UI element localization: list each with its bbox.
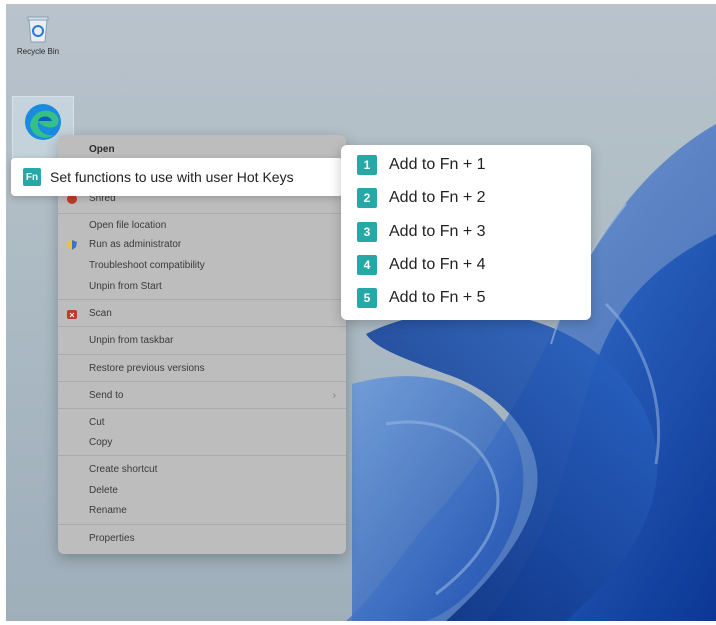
menu-item-label: Open file location — [89, 220, 167, 231]
menu-item-label: Scan — [89, 308, 112, 319]
number-3-icon: 3 — [357, 222, 377, 242]
menu-item-label: Unpin from Start — [89, 281, 162, 292]
menu-separator — [58, 408, 346, 409]
menu-item-label: Run as administrator — [89, 239, 182, 250]
recycle-bin-icon — [27, 16, 49, 43]
menu-separator — [58, 455, 346, 456]
number-2-icon: 2 — [357, 188, 377, 208]
desktop-icon-label: Recycle Bin — [16, 47, 60, 56]
desktop-icon-recycle-bin[interactable]: Recycle Bin — [12, 14, 64, 56]
shield-icon — [67, 240, 77, 250]
submenu-item-label: Add to Fn + 4 — [389, 256, 486, 273]
menu-item-label: Cut — [89, 417, 105, 428]
submenu-item-fn1[interactable]: 1 Add to Fn + 1 — [357, 154, 486, 176]
menu-item-label: Delete — [89, 485, 118, 496]
menu-separator — [58, 354, 346, 355]
menu-item-label: Open — [89, 144, 115, 155]
submenu-item-fn5[interactable]: 5 Add to Fn + 5 — [357, 287, 486, 309]
menu-item-label: Unpin from taskbar — [89, 335, 174, 346]
submenu-item-label: Add to Fn + 3 — [389, 223, 486, 240]
number-5-icon: 5 — [357, 288, 377, 308]
submenu-item-label: Add to Fn + 5 — [389, 289, 486, 306]
submenu-item-label: Add to Fn + 2 — [389, 189, 486, 206]
menu-item-label: Properties — [89, 533, 135, 544]
number-1-icon: 1 — [357, 155, 377, 175]
menu-item-label: Troubleshoot compatibility — [89, 260, 205, 271]
antivirus-icon — [67, 310, 77, 319]
menu-separator — [58, 213, 346, 214]
menu-item-set-hot-keys[interactable]: Fn Set functions to use with user Hot Ke… — [11, 158, 343, 196]
submenu-item-fn4[interactable]: 4 Add to Fn + 4 — [357, 254, 486, 276]
menu-item-label: Copy — [89, 437, 113, 448]
menu-item-label: Restore previous versions — [89, 363, 205, 374]
menu-item-label: Rename — [89, 505, 127, 516]
number-4-icon: 4 — [357, 255, 377, 275]
hot-keys-submenu: 1 Add to Fn + 1 2 Add to Fn + 2 3 Add to… — [341, 145, 591, 320]
submenu-item-label: Add to Fn + 1 — [389, 156, 486, 173]
menu-separator — [58, 524, 346, 525]
menu-item-label: Create shortcut — [89, 464, 158, 475]
submenu-item-fn3[interactable]: 3 Add to Fn + 3 — [357, 221, 486, 243]
fn-badge-icon: Fn — [23, 168, 41, 186]
submenu-item-fn2[interactable]: 2 Add to Fn + 2 — [357, 187, 486, 209]
chevron-right-icon: › — [332, 390, 336, 401]
edge-icon — [25, 104, 61, 140]
menu-separator — [58, 326, 346, 327]
context-menu: Open Shred Open file location Run as adm… — [58, 135, 346, 554]
menu-item-label: Set functions to use with user Hot Keys — [50, 169, 294, 185]
menu-separator — [58, 299, 346, 300]
menu-item-label: Send to — [89, 390, 124, 401]
menu-separator — [58, 381, 346, 382]
